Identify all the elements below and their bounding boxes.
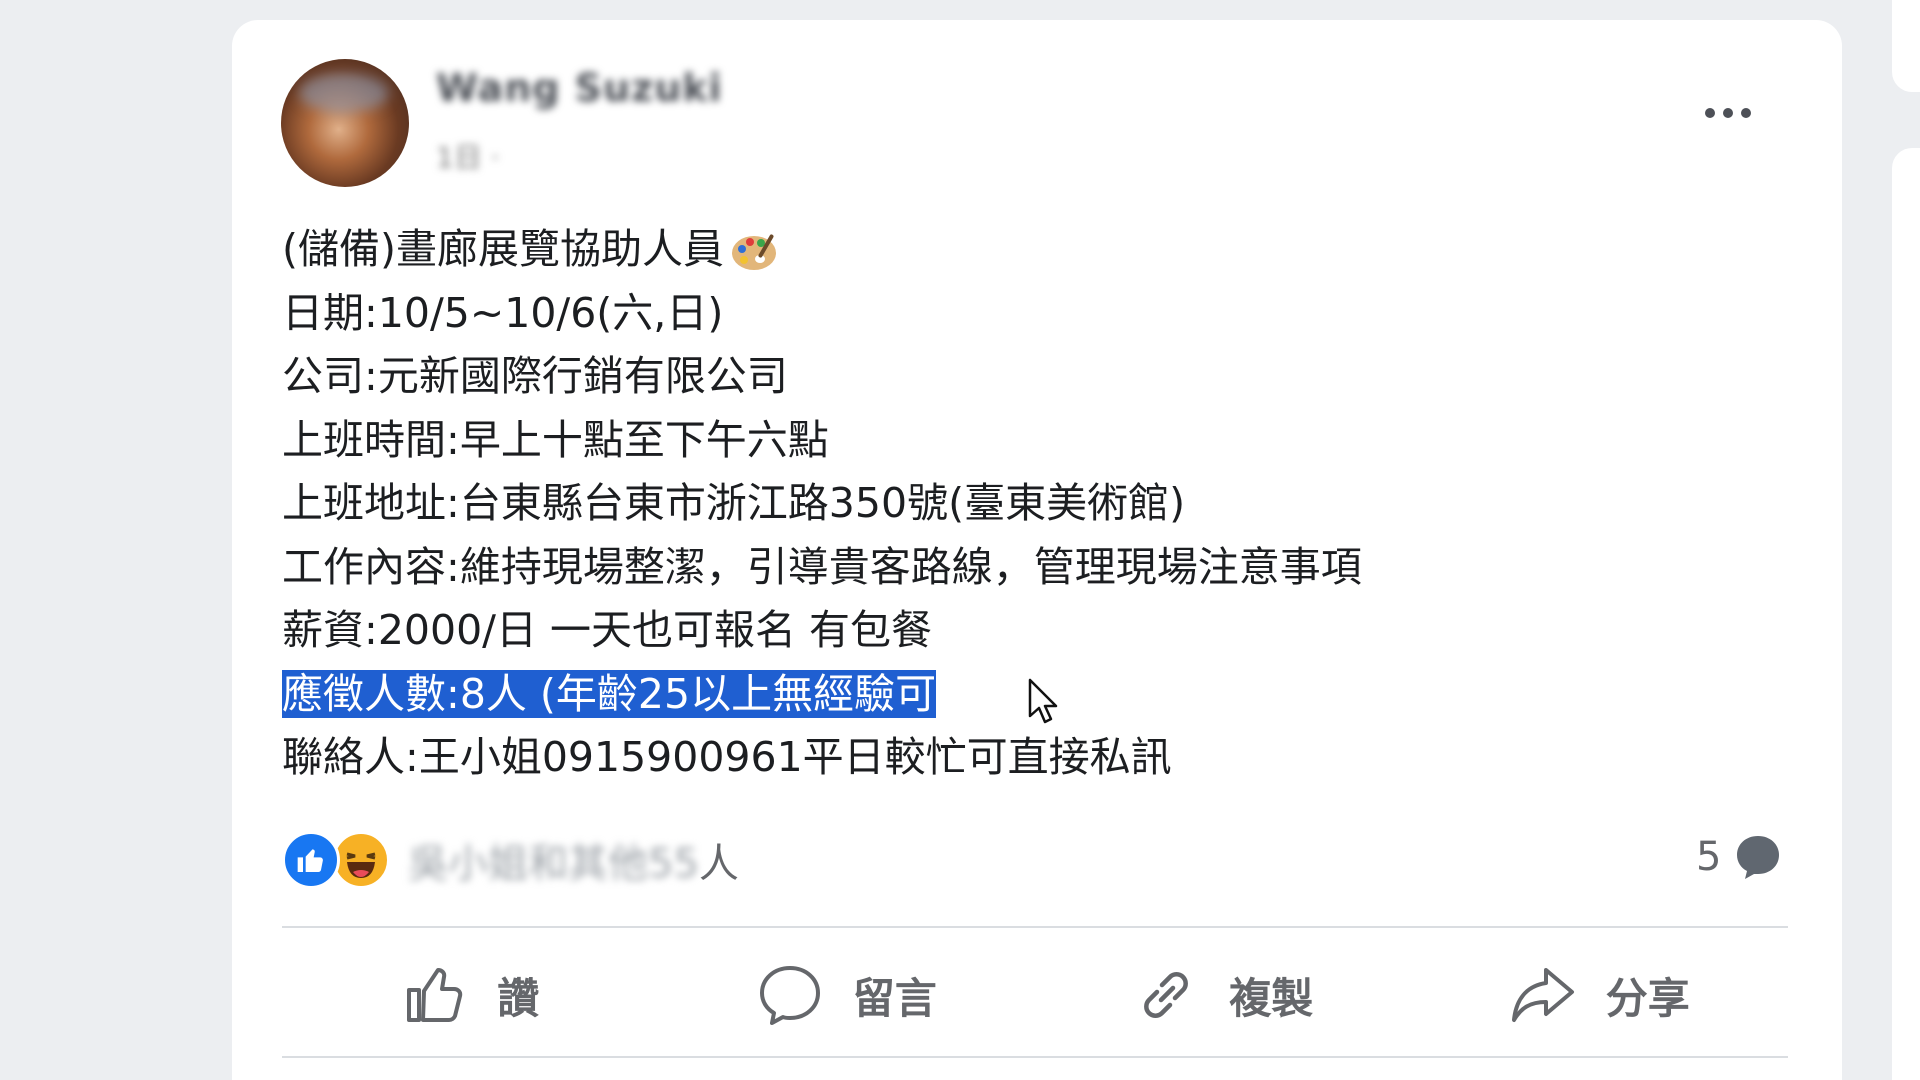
post-timestamp[interactable]: 1日 · (436, 136, 500, 176)
like-button[interactable]: 讚 (282, 940, 659, 1050)
reaction-names[interactable]: 吳小姐和其他55人 (408, 831, 739, 889)
post-line-text: 日期:10/5~10/6(六,日) (282, 288, 724, 337)
comment-icon (759, 966, 820, 1025)
haha-reaction-icon (332, 831, 390, 889)
post-line-selected: 應徵人數:8人 (年齡25以上無經驗可 (282, 663, 1362, 727)
reaction-suffix: 人 (698, 841, 739, 887)
comment-count-number: 5 (1696, 834, 1722, 880)
reaction-summary[interactable]: 吳小姐和其他55人 (282, 830, 739, 890)
copy-label: 複製 (1229, 973, 1314, 1023)
post-line: 日期:10/5~10/6(六,日) (282, 282, 1362, 346)
share-arrow-icon (1511, 968, 1574, 1022)
post-line-text: 上班地址:台東縣台東市浙江路350號(臺東美術館) (282, 479, 1186, 527)
author-avatar[interactable] (281, 59, 409, 187)
selected-text[interactable]: 應徵人數:8人 (年齡25以上無經驗可 (282, 669, 937, 718)
more-options-button[interactable] (1690, 88, 1766, 138)
post-text: (儲備)畫廊展覽協助人員 日期:10/5~10/6(六,日) 公司:元新國際行銷… (282, 218, 1362, 790)
comment-label: 留言 (852, 973, 937, 1023)
post-line: 上班時間:早上十點至下午六點 (282, 409, 1362, 473)
share-button[interactable]: 分享 (1412, 940, 1789, 1050)
post-line: (儲備)畫廊展覽協助人員 (282, 218, 1362, 282)
comment-button[interactable]: 留言 (659, 940, 1036, 1050)
link-icon (1144, 972, 1189, 1018)
post-line: 上班地址:台東縣台東市浙江路350號(臺東美術館) (282, 472, 1362, 536)
divider (282, 1056, 1788, 1058)
post-line-text: 聯絡人:王小姐0915900961平日較忙可直接私訊 (282, 733, 1172, 781)
dot-icon (1741, 108, 1751, 118)
post-line: 公司:元新國際行銷有限公司 (282, 345, 1362, 409)
like-reaction-icon (282, 831, 340, 889)
dot-icon (1705, 108, 1715, 118)
post-line: 聯絡人:王小姐0915900961平日較忙可直接私訊 (282, 726, 1362, 790)
post-line-text: 上班時間:早上十點至下午六點 (282, 415, 829, 464)
post-actions: 讚 留言 複製 分享 (282, 940, 1788, 1050)
post-line: 薪資:2000/日 一天也可報名 有包餐 (282, 599, 1362, 663)
adjacent-card (1892, 148, 1920, 1080)
mouse-cursor-icon (1028, 678, 1058, 724)
comment-bubble-icon (1737, 836, 1780, 879)
share-label: 分享 (1605, 973, 1690, 1023)
artist-palette-icon (732, 234, 776, 270)
divider (282, 926, 1788, 928)
post-line: 工作內容:維持現場整潔，引導貴客路線，管理現場注意事項 (282, 536, 1362, 600)
comment-count[interactable]: 5 (1696, 832, 1783, 882)
dot-icon (1723, 108, 1733, 118)
post-line-text: 工作內容:維持現場整潔，引導貴客路線，管理現場注意事項 (282, 542, 1362, 591)
post-line-text: 薪資:2000/日 一天也可報名 有包餐 (282, 606, 933, 654)
author-name[interactable]: Wang Suzuki (436, 66, 723, 110)
post-line-text: 公司:元新國際行銷有限公司 (282, 352, 788, 400)
copy-button[interactable]: 複製 (1035, 940, 1412, 1050)
like-label: 讚 (497, 973, 540, 1023)
reaction-names-blurred: 吳小姐和其他55 (408, 841, 699, 887)
adjacent-card-top (1892, 0, 1920, 92)
post-line-text: (儲備)畫廊展覽協助人員 (282, 225, 724, 273)
thumbs-up-icon (407, 968, 463, 1022)
